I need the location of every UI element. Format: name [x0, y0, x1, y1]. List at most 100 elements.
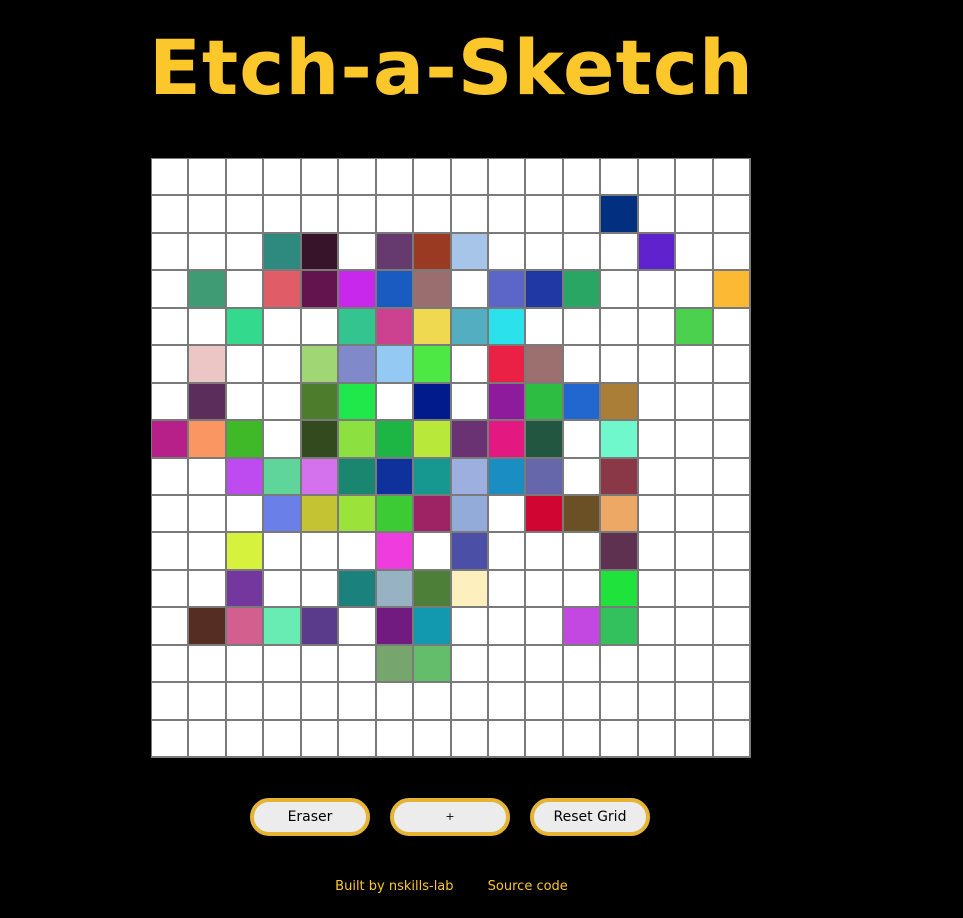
grid-cell[interactable] — [376, 645, 415, 684]
grid-cell[interactable] — [488, 720, 527, 758]
grid-cell[interactable] — [488, 495, 527, 534]
grid-cell[interactable] — [264, 308, 302, 347]
grid-cell[interactable] — [676, 159, 714, 197]
grid-cell[interactable] — [189, 271, 227, 309]
grid-cell[interactable] — [563, 308, 602, 347]
grid-cell[interactable] — [713, 645, 751, 684]
grid-cell[interactable] — [601, 308, 639, 347]
grid-cell[interactable] — [339, 308, 377, 347]
grid-cell[interactable] — [152, 159, 190, 197]
grid-cell[interactable] — [601, 495, 639, 534]
grid-cell[interactable] — [152, 233, 190, 272]
grid-cell[interactable] — [339, 570, 377, 609]
grid-cell[interactable] — [713, 159, 751, 197]
grid-cell[interactable] — [526, 271, 564, 309]
grid-cell[interactable] — [563, 458, 602, 496]
grid-cell[interactable] — [451, 683, 489, 721]
grid-cell[interactable] — [339, 383, 377, 422]
grid-cell[interactable] — [451, 458, 489, 496]
grid-cell[interactable] — [339, 346, 377, 384]
grid-cell[interactable] — [189, 233, 227, 272]
grid-cell[interactable] — [301, 720, 340, 758]
grid-cell[interactable] — [601, 233, 639, 272]
grid-cell[interactable] — [713, 533, 751, 571]
grid-cell[interactable] — [526, 159, 564, 197]
grid-cell[interactable] — [301, 271, 340, 309]
grid-cell[interactable] — [339, 271, 377, 309]
grid-cell[interactable] — [226, 645, 265, 684]
grid-cell[interactable] — [563, 196, 602, 234]
grid-cell[interactable] — [376, 233, 415, 272]
grid-cell[interactable] — [451, 645, 489, 684]
grid-cell[interactable] — [601, 159, 639, 197]
grid-cell[interactable] — [152, 570, 190, 609]
grid-cell[interactable] — [376, 271, 415, 309]
grid-cell[interactable] — [638, 383, 677, 422]
grid-cell[interactable] — [264, 570, 302, 609]
grid-cell[interactable] — [226, 570, 265, 609]
grid-cell[interactable] — [713, 271, 751, 309]
grid-cell[interactable] — [488, 533, 527, 571]
grid-cell[interactable] — [638, 271, 677, 309]
grid-cell[interactable] — [676, 608, 714, 646]
grid-cell[interactable] — [451, 495, 489, 534]
grid-cell[interactable] — [526, 495, 564, 534]
grid-cell[interactable] — [264, 159, 302, 197]
sketch-grid[interactable] — [151, 158, 751, 758]
grid-cell[interactable] — [152, 458, 190, 496]
grid-cell[interactable] — [488, 570, 527, 609]
grid-cell[interactable] — [152, 720, 190, 758]
grid-cell[interactable] — [152, 421, 190, 459]
grid-cell[interactable] — [713, 308, 751, 347]
grid-cell[interactable] — [638, 458, 677, 496]
grid-cell[interactable] — [152, 608, 190, 646]
grid-cell[interactable] — [638, 495, 677, 534]
grid-cell[interactable] — [189, 159, 227, 197]
grid-cell[interactable] — [488, 383, 527, 422]
grid-cell[interactable] — [189, 383, 227, 422]
grid-cell[interactable] — [301, 421, 340, 459]
grid-cell[interactable] — [601, 458, 639, 496]
grid-cell[interactable] — [638, 233, 677, 272]
grid-cell[interactable] — [676, 720, 714, 758]
grid-cell[interactable] — [376, 346, 415, 384]
grid-cell[interactable] — [451, 720, 489, 758]
grid-cell[interactable] — [563, 346, 602, 384]
grid-cell[interactable] — [264, 458, 302, 496]
grid-cell[interactable] — [526, 458, 564, 496]
grid-cell[interactable] — [414, 196, 452, 234]
grid-cell[interactable] — [563, 608, 602, 646]
grid-cell[interactable] — [339, 720, 377, 758]
grid-cell[interactable] — [713, 495, 751, 534]
grid-cell[interactable] — [414, 271, 452, 309]
grid-cell[interactable] — [563, 720, 602, 758]
grid-cell[interactable] — [189, 533, 227, 571]
grid-cell[interactable] — [301, 495, 340, 534]
grid-cell[interactable] — [301, 308, 340, 347]
grid-cell[interactable] — [676, 645, 714, 684]
grid-cell[interactable] — [713, 570, 751, 609]
built-by-link[interactable]: Built by nskills-lab — [335, 879, 453, 894]
grid-cell[interactable] — [676, 570, 714, 609]
grid-cell[interactable] — [376, 720, 415, 758]
grid-cell[interactable] — [189, 458, 227, 496]
grid-cell[interactable] — [414, 683, 452, 721]
grid-cell[interactable] — [601, 533, 639, 571]
grid-cell[interactable] — [189, 421, 227, 459]
grid-cell[interactable] — [601, 196, 639, 234]
grid-cell[interactable] — [676, 683, 714, 721]
grid-cell[interactable] — [638, 645, 677, 684]
grid-cell[interactable] — [152, 495, 190, 534]
grid-cell[interactable] — [264, 346, 302, 384]
grid-cell[interactable] — [676, 495, 714, 534]
grid-cell[interactable] — [189, 346, 227, 384]
grid-cell[interactable] — [563, 271, 602, 309]
grid-cell[interactable] — [451, 271, 489, 309]
grid-cell[interactable] — [339, 159, 377, 197]
grid-cell[interactable] — [414, 570, 452, 609]
grid-cell[interactable] — [563, 495, 602, 534]
grid-cell[interactable] — [189, 196, 227, 234]
grid-cell[interactable] — [451, 233, 489, 272]
grid-cell[interactable] — [713, 683, 751, 721]
grid-cell[interactable] — [601, 421, 639, 459]
